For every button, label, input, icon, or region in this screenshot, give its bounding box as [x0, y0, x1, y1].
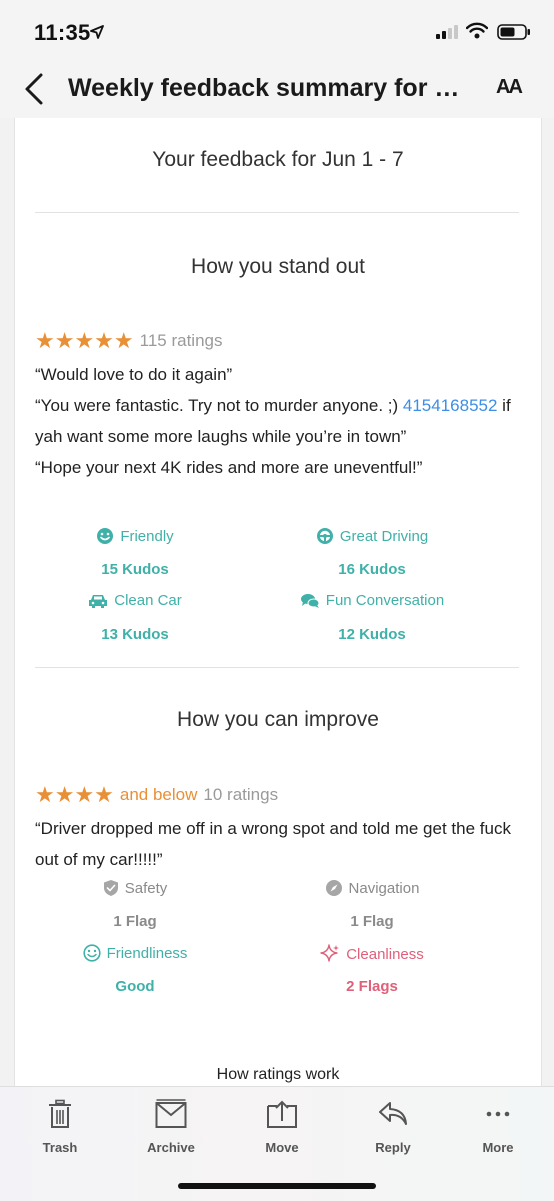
email-body-scroll[interactable]: Your feedback for Jun 1 - 7 How you stan… — [0, 118, 554, 1086]
rider-comments: “Would love to do it again” “You were fa… — [35, 359, 525, 483]
flag-friendliness: Friendliness — [35, 944, 235, 962]
sparkle-icon — [320, 944, 340, 962]
divider — [35, 667, 519, 668]
car-icon — [89, 594, 108, 608]
kudos-clean-car: Clean Car — [35, 592, 235, 609]
smiley-icon — [82, 944, 101, 962]
kudos-great-driving: Great Driving — [265, 527, 479, 545]
home-indicator[interactable] — [178, 1183, 376, 1189]
kudos-friendly: Friendly — [35, 527, 235, 545]
nav-bar: Weekly feedback summary for Jun... AA — [0, 60, 554, 118]
battery-icon — [497, 24, 530, 40]
comment-3: “Hope your next 4K rides and more are un… — [35, 458, 423, 477]
four-star-rating-row: ★★★★ and below 10 ratings — [35, 782, 278, 808]
compass-icon — [325, 880, 342, 896]
smiley-icon — [97, 528, 114, 544]
move-button[interactable]: Move — [242, 1099, 322, 1155]
phone-number-link[interactable]: 4154168552 — [403, 396, 498, 415]
more-label: More — [482, 1140, 514, 1155]
clock-time: 11:35 — [34, 20, 91, 45]
kudos-friendly-count: 15 Kudos — [101, 561, 169, 578]
comment-2: “You were fantastic. Try not to murder a… — [35, 396, 511, 446]
reply-button[interactable]: Reply — [353, 1099, 433, 1155]
archive-label: Archive — [147, 1140, 195, 1155]
archive-icon — [155, 1099, 187, 1128]
negative-comment: “Driver dropped me off in a wrong spot a… — [35, 819, 511, 869]
reply-label: Reply — [375, 1140, 411, 1155]
flag-safety: Safety — [35, 879, 235, 897]
more-button[interactable]: More — [458, 1099, 538, 1155]
steering-wheel-icon — [316, 528, 333, 544]
move-icon — [267, 1100, 297, 1128]
kudos-great-driving-count: 16 Kudos — [338, 561, 406, 578]
ratings-count: 115 ratings — [139, 331, 223, 350]
flag-cleanliness-count: 2 Flags — [346, 978, 398, 995]
cellular-signal-icon — [436, 25, 458, 39]
kudos-fun-conversation: Fun Conversation — [265, 592, 479, 609]
status-bar: 11:35 — [0, 0, 554, 60]
text-size-button[interactable]: AA — [496, 76, 523, 99]
kudos-fun-conversation-count: 12 Kudos — [338, 626, 406, 643]
improve-heading: How you can improve — [177, 708, 379, 731]
divider — [35, 212, 519, 213]
more-dots-icon — [486, 1111, 510, 1117]
flag-navigation: Navigation — [265, 879, 479, 897]
flag-friendliness-count: Good — [115, 978, 155, 995]
trash-button[interactable]: Trash — [20, 1099, 100, 1155]
trash-icon — [49, 1099, 71, 1128]
flag-navigation-count: 1 Flag — [350, 913, 394, 930]
flag-safety-count: 1 Flag — [113, 913, 157, 930]
flag-cleanliness: Cleanliness — [265, 944, 479, 964]
reply-icon — [379, 1102, 407, 1125]
email-subject-title: Weekly feedback summary for Jun... — [68, 74, 473, 102]
and-below-label: and below — [119, 785, 198, 804]
location-arrow-icon — [90, 25, 104, 39]
chat-bubbles-icon — [300, 593, 320, 608]
comment-1: “Would love to do it again” — [35, 365, 233, 384]
trash-label: Trash — [42, 1140, 78, 1155]
email-card: Your feedback for Jun 1 - 7 How you stan… — [14, 118, 542, 1086]
back-chevron-icon[interactable] — [22, 72, 46, 106]
feedback-header: Your feedback for Jun 1 - 7 — [152, 148, 404, 171]
wifi-icon — [466, 22, 488, 39]
five-stars-icon: ★★★★★ — [35, 328, 134, 353]
ratings-count: 10 ratings — [203, 785, 279, 804]
how-ratings-work-link[interactable]: How ratings work — [15, 1066, 541, 1084]
four-stars-icon: ★★★★ — [35, 782, 114, 807]
stand-out-heading: How you stand out — [191, 255, 365, 278]
kudos-clean-car-count: 13 Kudos — [101, 626, 169, 643]
five-star-rating-row: ★★★★★ 115 ratings — [35, 328, 222, 354]
shield-icon — [103, 880, 118, 896]
archive-button[interactable]: Archive — [131, 1099, 211, 1155]
move-label: Move — [265, 1140, 299, 1155]
